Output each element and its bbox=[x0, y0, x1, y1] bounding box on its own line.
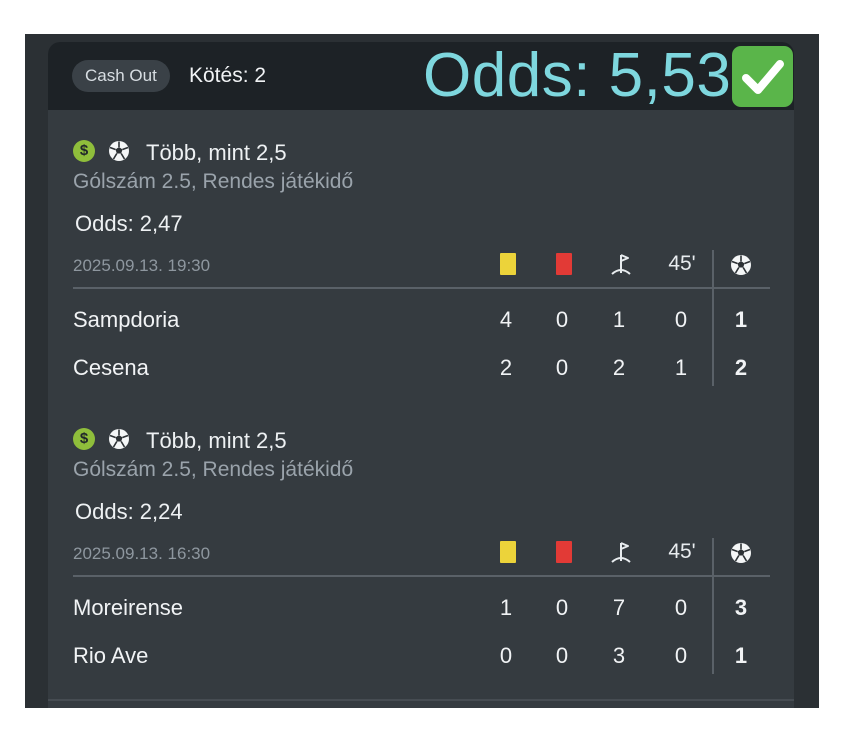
corner-flag-icon bbox=[608, 540, 634, 566]
team-row: Rio Ave 0 0 3 0 1 bbox=[48, 643, 794, 673]
divider bbox=[48, 699, 794, 701]
check-mark-icon bbox=[732, 46, 793, 107]
bet-item: $ Több, mint 2,5 Gólszám 2.5, Rendes ját… bbox=[48, 422, 794, 708]
match-datetime: 2025.09.13. 16:30 bbox=[73, 544, 211, 563]
team-row: Moreirense 1 0 7 0 3 bbox=[48, 595, 794, 625]
bet-slip-card: Cash Out Kötés: 2 Odds: 5,53 $ Több, min… bbox=[48, 42, 794, 708]
team-name: Sampdoria bbox=[73, 307, 180, 332]
half-time-value: 1 bbox=[674, 355, 688, 380]
red-card-icon bbox=[556, 541, 572, 563]
half-time-value: 0 bbox=[674, 307, 688, 332]
bet-market-title: Több, mint 2,5 bbox=[146, 428, 287, 453]
team-name: Moreirense bbox=[73, 595, 184, 620]
yellow-cards-value: 4 bbox=[499, 307, 513, 332]
dollar-icon: $ bbox=[73, 140, 95, 162]
yellow-card-icon bbox=[500, 253, 516, 275]
red-cards-value: 0 bbox=[555, 355, 569, 380]
team-name: Cesena bbox=[73, 355, 149, 380]
goals-value: 2 bbox=[734, 355, 748, 380]
half-time-column-header: 45' bbox=[668, 252, 696, 275]
team-row: Sampdoria 4 0 1 0 1 bbox=[48, 307, 794, 337]
corner-flag-icon bbox=[608, 252, 634, 278]
corners-value: 2 bbox=[612, 355, 626, 380]
cash-out-button[interactable]: Cash Out bbox=[72, 60, 170, 92]
corners-value: 1 bbox=[612, 307, 626, 332]
match-datetime: 2025.09.13. 19:30 bbox=[73, 256, 211, 275]
red-cards-value: 0 bbox=[555, 307, 569, 332]
football-icon bbox=[108, 140, 130, 162]
team-name: Rio Ave bbox=[73, 643, 149, 668]
bet-item: $ Több, mint 2,5 Gólszám 2.5, Rendes ját… bbox=[48, 134, 794, 434]
bet-slip-header: Cash Out Kötés: 2 Odds: 5,53 bbox=[48, 42, 794, 110]
goals-value: 1 bbox=[734, 643, 748, 668]
yellow-card-icon bbox=[500, 541, 516, 563]
red-card-icon bbox=[556, 253, 572, 275]
half-time-value: 0 bbox=[674, 643, 688, 668]
red-cards-value: 0 bbox=[555, 595, 569, 620]
yellow-cards-value: 1 bbox=[499, 595, 513, 620]
corners-value: 3 bbox=[612, 643, 626, 668]
divider bbox=[73, 287, 770, 289]
half-time-value: 0 bbox=[674, 595, 688, 620]
half-time-column-header: 45' bbox=[668, 540, 696, 563]
football-icon bbox=[108, 428, 130, 450]
yellow-cards-value: 2 bbox=[499, 355, 513, 380]
bet-market-title: Több, mint 2,5 bbox=[146, 140, 287, 165]
football-icon bbox=[730, 254, 752, 276]
red-cards-value: 0 bbox=[555, 643, 569, 668]
dollar-icon: $ bbox=[73, 428, 95, 450]
yellow-cards-value: 0 bbox=[499, 643, 513, 668]
corners-value: 7 bbox=[612, 595, 626, 620]
bet-odds: Odds: 2,47 bbox=[75, 211, 183, 236]
goals-value: 3 bbox=[734, 595, 748, 620]
bet-market-subtitle: Gólszám 2.5, Rendes játékidő bbox=[73, 458, 354, 481]
football-icon bbox=[730, 542, 752, 564]
bet-market-subtitle: Gólszám 2.5, Rendes játékidő bbox=[73, 170, 354, 193]
bet-odds: Odds: 2,24 bbox=[75, 499, 183, 524]
team-row: Cesena 2 0 2 1 2 bbox=[48, 355, 794, 385]
bet-count-label: Kötés: 2 bbox=[189, 64, 267, 87]
goals-value: 1 bbox=[734, 307, 748, 332]
divider bbox=[73, 575, 770, 577]
total-odds-overlay: Odds: 5,53 bbox=[423, 42, 732, 110]
